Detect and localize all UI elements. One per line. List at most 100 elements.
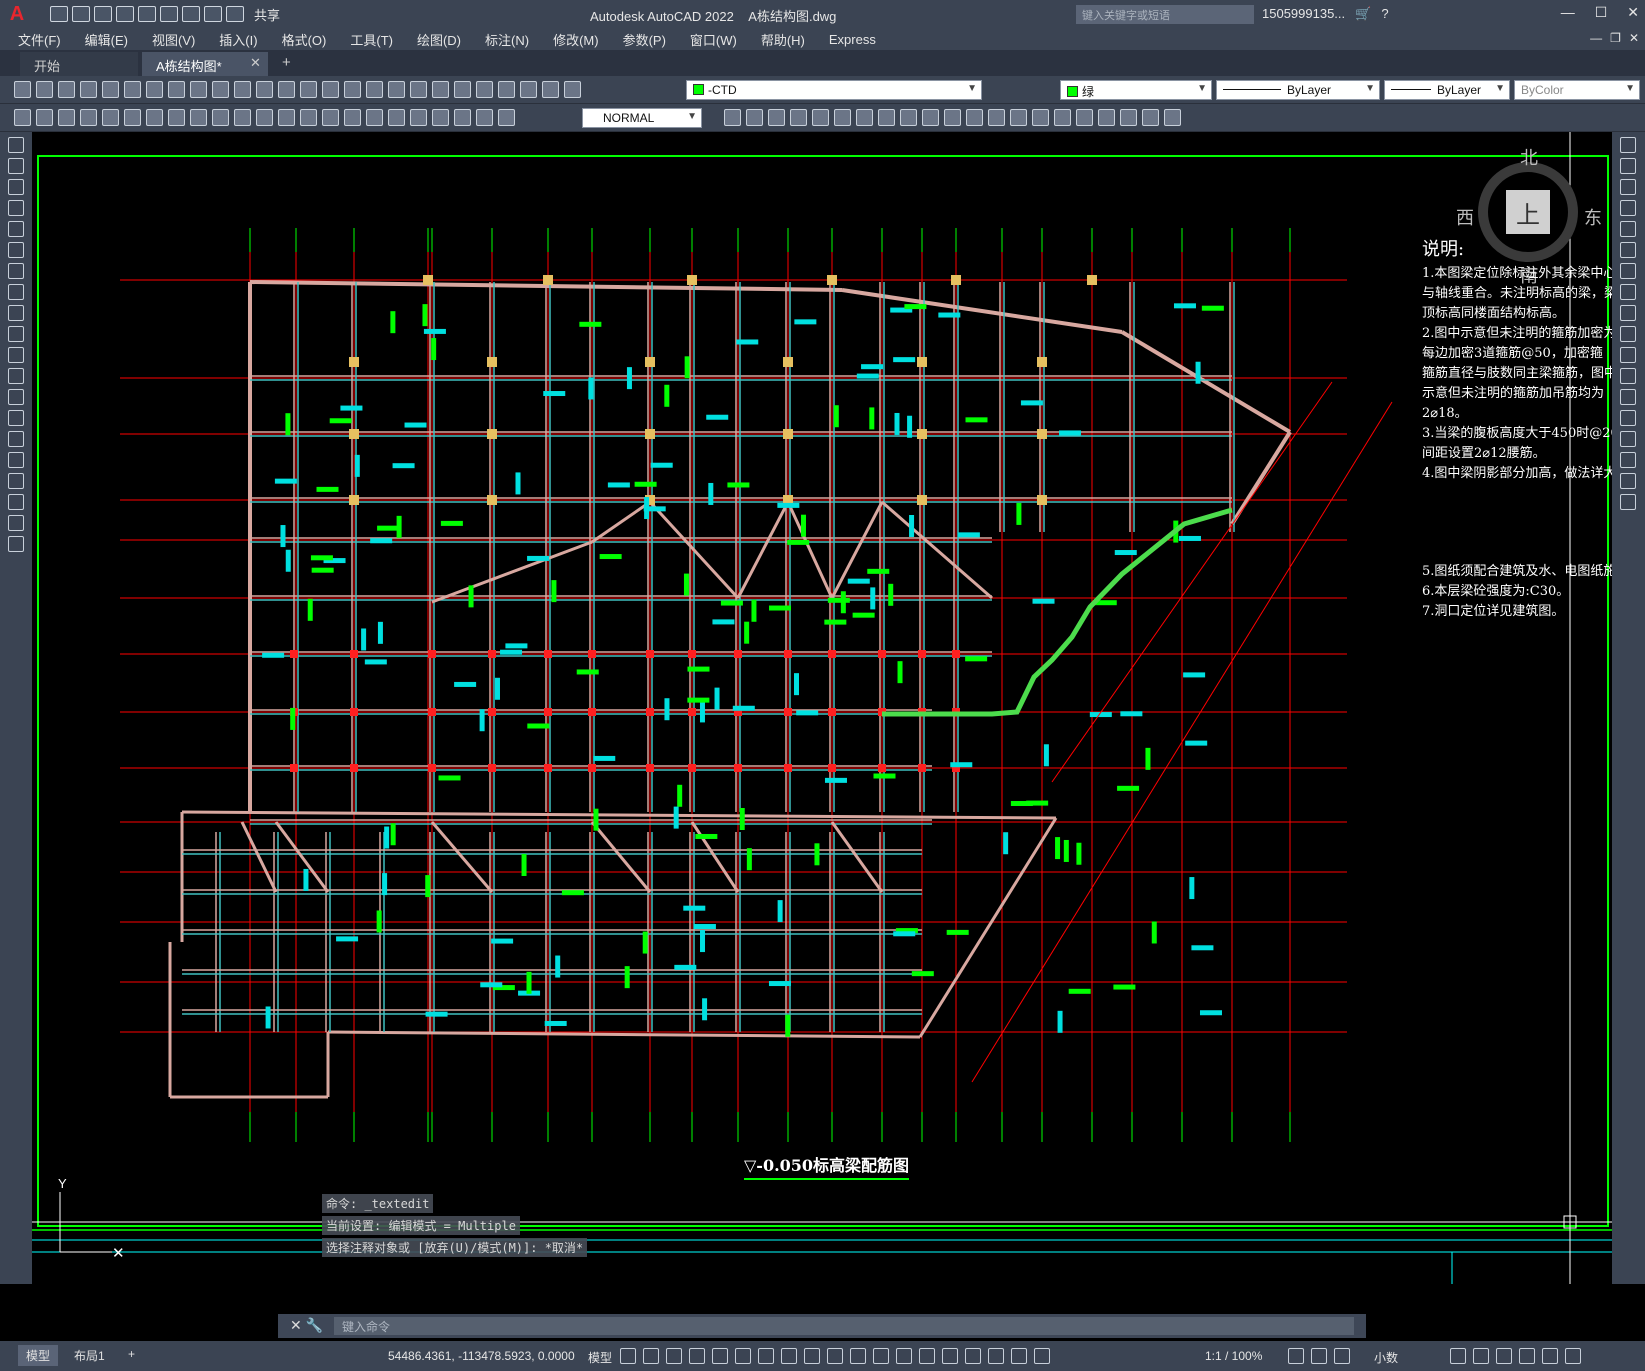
transparency-icon[interactable]	[850, 1348, 866, 1364]
annotation-scale[interactable]: 1:1 / 100%	[1205, 1349, 1262, 1363]
app-logo[interactable]: A	[0, 0, 34, 28]
color-dropdown[interactable]: 绿 ▼	[1060, 80, 1212, 100]
offset-icon[interactable]	[790, 109, 807, 126]
preview-icon[interactable]	[102, 81, 119, 98]
layer-freeze-icon[interactable]	[1098, 109, 1115, 126]
polyline-icon[interactable]	[8, 179, 24, 195]
polygon-icon[interactable]	[8, 200, 24, 216]
zoom-realtime-icon[interactable]	[344, 81, 361, 98]
3d-print-icon[interactable]	[146, 81, 163, 98]
jogged-linear-icon[interactable]	[366, 109, 383, 126]
open-icon[interactable]	[72, 6, 90, 22]
menu-express[interactable]: Express	[829, 32, 876, 47]
grid-icon[interactable]	[620, 1348, 636, 1364]
offset-icon[interactable]	[1620, 200, 1636, 216]
break-at-point-icon[interactable]	[1620, 368, 1636, 384]
share-button[interactable]: 共享	[254, 5, 280, 24]
ordinate-icon[interactable]	[80, 109, 97, 126]
break-icon[interactable]	[1620, 389, 1636, 405]
radius-icon[interactable]	[102, 109, 119, 126]
minimize-icon[interactable]: —	[1561, 4, 1575, 21]
undo-icon[interactable]	[278, 81, 295, 98]
units-readout[interactable]: 小数	[1374, 1349, 1398, 1366]
chamfer-icon[interactable]	[1010, 109, 1027, 126]
close-icon[interactable]: ✕	[1627, 4, 1639, 21]
gradient-icon[interactable]	[8, 452, 24, 468]
redo-icon[interactable]	[226, 6, 244, 22]
match-properties-icon[interactable]	[234, 81, 251, 98]
add-layout-icon[interactable]: +	[120, 1345, 143, 1363]
leader-icon[interactable]	[476, 109, 493, 126]
user-account[interactable]: 1505999135...	[1262, 6, 1345, 22]
extend-icon[interactable]	[1620, 347, 1636, 363]
point-icon[interactable]	[8, 410, 24, 426]
auto-scale-icon[interactable]	[1011, 1348, 1027, 1364]
clean-screen-icon[interactable]	[1542, 1348, 1558, 1364]
dim-text-edit-icon[interactable]	[410, 109, 427, 126]
inspection-icon[interactable]	[344, 109, 361, 126]
model-space-button[interactable]: 模型	[588, 1349, 612, 1366]
compass-north[interactable]: 北	[1520, 144, 1538, 170]
menu-parametric[interactable]: 参数(P)	[623, 30, 666, 49]
doc-restore-icon[interactable]: ❐	[1610, 31, 1621, 45]
lineweight-icon[interactable]	[827, 1348, 843, 1364]
arc-icon[interactable]	[8, 242, 24, 258]
array-icon[interactable]	[812, 109, 829, 126]
maximize-icon[interactable]: ☐	[1595, 4, 1608, 21]
jogged-icon[interactable]	[124, 109, 141, 126]
ellipse-icon[interactable]	[8, 326, 24, 342]
properties-icon[interactable]	[410, 81, 427, 98]
hatch-icon[interactable]	[8, 431, 24, 447]
rectangle-icon[interactable]	[8, 221, 24, 237]
zoom-window-icon[interactable]	[366, 81, 383, 98]
copy-object-icon[interactable]	[746, 109, 763, 126]
customization-icon[interactable]	[1565, 1348, 1581, 1364]
menu-help[interactable]: 帮助(H)	[761, 30, 805, 49]
selection-filter-icon[interactable]	[942, 1348, 958, 1364]
chamfer-icon[interactable]	[1620, 431, 1636, 447]
tab-model[interactable]: 模型	[18, 1345, 59, 1366]
tool-palettes-icon[interactable]	[454, 81, 471, 98]
linear-dim-icon[interactable]	[14, 109, 31, 126]
infer-icon[interactable]	[666, 1348, 682, 1364]
spline-icon[interactable]	[8, 305, 24, 321]
trim-icon[interactable]	[1620, 326, 1636, 342]
diameter-icon[interactable]	[146, 109, 163, 126]
mtext-icon[interactable]	[8, 515, 24, 531]
menu-dimension[interactable]: 标注(N)	[485, 30, 529, 49]
hardware-acceleration-icon[interactable]	[1519, 1348, 1535, 1364]
rotate-icon[interactable]	[856, 109, 873, 126]
new-tab-icon[interactable]: +	[282, 54, 291, 71]
pan-icon[interactable]	[322, 81, 339, 98]
close-icon[interactable]: ✕ 🔧	[290, 1317, 323, 1334]
baseline-icon[interactable]	[212, 109, 229, 126]
design-center-icon[interactable]	[432, 81, 449, 98]
open-icon[interactable]	[36, 81, 53, 98]
viewcube-top-face[interactable]: 上	[1506, 190, 1550, 234]
compass-west[interactable]: 西	[1456, 204, 1474, 230]
erase-icon[interactable]	[1620, 137, 1636, 153]
layer-off-icon[interactable]	[1076, 109, 1093, 126]
search-input[interactable]: 键入关键字或短语	[1076, 5, 1254, 24]
stretch-icon[interactable]	[1620, 305, 1636, 321]
sheet-set-icon[interactable]	[476, 81, 493, 98]
tolerance-icon[interactable]	[300, 109, 317, 126]
copy-icon[interactable]	[1620, 158, 1636, 174]
annotation-monitor-icon[interactable]	[1311, 1348, 1327, 1364]
menu-format[interactable]: 格式(O)	[282, 30, 327, 49]
new-icon[interactable]	[50, 6, 68, 22]
blend-icon[interactable]	[1620, 473, 1636, 489]
tab-start[interactable]: 开始	[20, 52, 138, 76]
polar-icon[interactable]	[735, 1348, 751, 1364]
mirror-icon[interactable]	[768, 109, 785, 126]
revision-cloud-icon[interactable]	[8, 284, 24, 300]
break-icon[interactable]	[966, 109, 983, 126]
command-input[interactable]: 键入命令	[334, 1317, 1354, 1335]
construction-line-icon[interactable]	[8, 158, 24, 174]
angular-icon[interactable]	[168, 109, 185, 126]
multileader-icon[interactable]	[498, 109, 515, 126]
compass-east[interactable]: 东	[1584, 204, 1602, 230]
qnew-icon[interactable]	[14, 81, 31, 98]
save-icon[interactable]	[58, 81, 75, 98]
ellipse-arc-icon[interactable]	[8, 347, 24, 363]
